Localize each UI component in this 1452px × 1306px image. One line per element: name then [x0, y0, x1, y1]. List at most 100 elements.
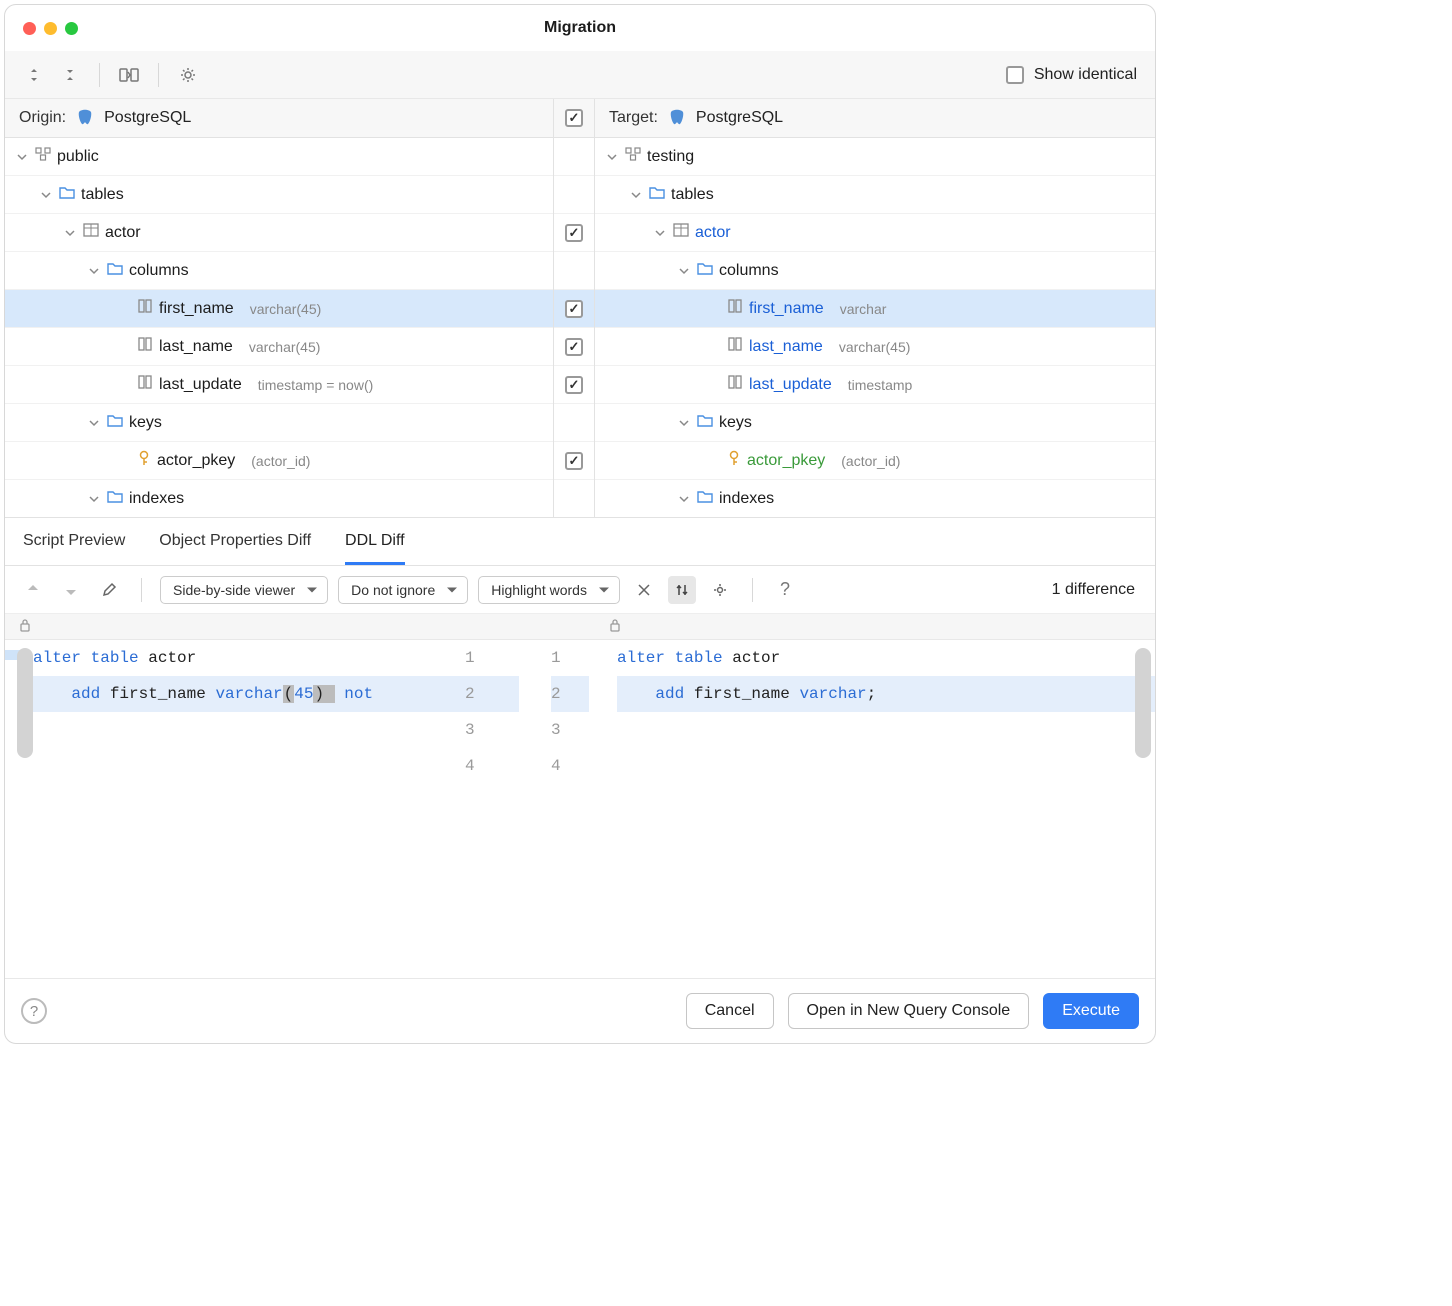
show-identical-toggle[interactable]: Show identical	[1006, 66, 1137, 84]
folder-icon	[107, 489, 123, 508]
cancel-button[interactable]: Cancel	[686, 993, 774, 1029]
gear-icon[interactable]	[706, 576, 734, 604]
whitespace-mode-select[interactable]: Do not ignore	[338, 576, 468, 604]
target-tree-row[interactable]: first_namevarchar	[595, 290, 1155, 328]
gutter-line: 4	[465, 748, 519, 784]
folder-icon	[697, 261, 713, 280]
lock-icon	[609, 618, 621, 636]
origin-tree-row[interactable]: tables	[5, 176, 553, 214]
separator	[158, 63, 159, 87]
execute-button[interactable]: Execute	[1043, 993, 1139, 1029]
chevron-down-icon[interactable]	[629, 188, 643, 202]
target-tree-row[interactable]: tables	[595, 176, 1155, 214]
next-diff-icon[interactable]	[57, 576, 85, 604]
postgres-icon	[668, 109, 686, 127]
chevron-down-icon[interactable]	[677, 264, 691, 278]
origin-tree-row[interactable]: actor	[5, 214, 553, 252]
target-tree-row[interactable]: testing	[595, 138, 1155, 176]
tree-item-label: last_update	[749, 376, 832, 394]
tree-row-checkbox[interactable]	[554, 480, 594, 517]
folder-icon	[59, 185, 75, 204]
separator	[752, 578, 753, 602]
lock-icon	[19, 618, 31, 636]
origin-tree[interactable]: public tables actor columns first_nameva…	[5, 138, 553, 517]
edit-icon[interactable]	[95, 576, 123, 604]
chevron-down-icon[interactable]	[63, 226, 77, 240]
checkbox-icon[interactable]	[1006, 66, 1024, 84]
scrollbar[interactable]	[17, 648, 33, 758]
tree-row-checkbox[interactable]	[554, 442, 594, 480]
target-tree-row[interactable]: last_update timestamp	[595, 366, 1155, 404]
target-tree-row[interactable]: actor	[595, 214, 1155, 252]
code-right[interactable]: alter table actor add first_name varchar…	[605, 640, 1155, 880]
scrollbar[interactable]	[1135, 648, 1151, 758]
code-left[interactable]: alter table actor add first_name varchar…	[5, 640, 465, 880]
origin-tree-row[interactable]: last_updatetimestamp = now()	[5, 366, 553, 404]
help-button[interactable]: ?	[21, 998, 47, 1024]
folder-icon	[107, 413, 123, 432]
target-tree-row[interactable]: actor_pkey(actor_id)	[595, 442, 1155, 480]
target-tree-row[interactable]: indexes	[595, 480, 1155, 517]
open-console-button[interactable]: Open in New Query Console	[788, 993, 1030, 1029]
tree-row-checkbox[interactable]	[554, 328, 594, 366]
chevron-down-icon[interactable]	[15, 150, 29, 164]
gutter-left: 1234	[465, 640, 535, 880]
separator	[141, 578, 142, 602]
origin-tree-row[interactable]: last_name varchar(45)	[5, 328, 553, 366]
target-tree-row[interactable]: last_namevarchar(45)	[595, 328, 1155, 366]
tab-ddl-diff[interactable]: DDL Diff	[345, 532, 405, 565]
target-tree[interactable]: testing tables actor columns first_namev…	[595, 138, 1155, 517]
tree-item-type: varchar(45)	[249, 339, 321, 355]
collapse-unchanged-icon[interactable]	[630, 576, 658, 604]
chevron-down-icon[interactable]	[605, 150, 619, 164]
tabs: Script Preview Object Properties Diff DDL …	[5, 518, 1155, 566]
show-identical-label: Show identical	[1034, 66, 1137, 84]
compare-icon[interactable]	[114, 60, 144, 90]
tree-row-checkbox[interactable]	[554, 214, 594, 252]
target-tree-row[interactable]: columns	[595, 252, 1155, 290]
tab-object-properties-diff[interactable]: Object Properties Diff	[159, 532, 311, 565]
tree-item-label: last_name	[159, 338, 233, 356]
gutter-line: 3	[551, 712, 589, 748]
gutter-line: 3	[465, 712, 519, 748]
chevron-down-icon[interactable]	[39, 188, 53, 202]
tree-row-checkbox[interactable]	[554, 404, 594, 442]
origin-tree-row[interactable]: public	[5, 138, 553, 176]
title-bar: Migration	[5, 5, 1155, 51]
origin-tree-row[interactable]: columns	[5, 252, 553, 290]
postgres-icon	[76, 109, 94, 127]
sync-scroll-icon[interactable]	[668, 576, 696, 604]
chevron-down-icon[interactable]	[677, 492, 691, 506]
tree-item-type: timestamp	[848, 377, 913, 393]
chevron-down-icon[interactable]	[677, 416, 691, 430]
tree-row-checkbox[interactable]	[554, 290, 594, 328]
viewer-mode-select[interactable]: Side-by-side viewer	[160, 576, 328, 604]
chevron-down-icon[interactable]	[87, 264, 101, 278]
prev-diff-icon[interactable]	[19, 576, 47, 604]
origin-master-checkbox[interactable]	[553, 99, 595, 137]
tree-row-checkbox[interactable]	[554, 138, 594, 176]
chevron-down-icon[interactable]	[87, 416, 101, 430]
highlight-mode-select[interactable]: Highlight words	[478, 576, 620, 604]
tree-row-checkbox[interactable]	[554, 366, 594, 404]
tab-script-preview[interactable]: Script Preview	[23, 532, 125, 565]
tree-item-label: tables	[81, 186, 124, 204]
help-icon[interactable]: ?	[771, 576, 799, 604]
lock-row	[5, 614, 1155, 640]
collapse-all-icon[interactable]	[55, 60, 85, 90]
target-tree-row[interactable]: keys	[595, 404, 1155, 442]
origin-tree-row[interactable]: first_namevarchar(45)	[5, 290, 553, 328]
origin-tree-row[interactable]: actor_pkey(actor_id)	[5, 442, 553, 480]
key-icon	[727, 450, 741, 471]
tree-item-label: last_name	[749, 338, 823, 356]
tree-item-type: varchar(45)	[250, 301, 322, 317]
expand-all-icon[interactable]	[19, 60, 49, 90]
origin-tree-row[interactable]: indexes	[5, 480, 553, 517]
gear-icon[interactable]	[173, 60, 203, 90]
gutter-line: 2	[465, 676, 519, 712]
tree-row-checkbox[interactable]	[554, 176, 594, 214]
origin-tree-row[interactable]: keys	[5, 404, 553, 442]
chevron-down-icon[interactable]	[87, 492, 101, 506]
chevron-down-icon[interactable]	[653, 226, 667, 240]
tree-row-checkbox[interactable]	[554, 252, 594, 290]
